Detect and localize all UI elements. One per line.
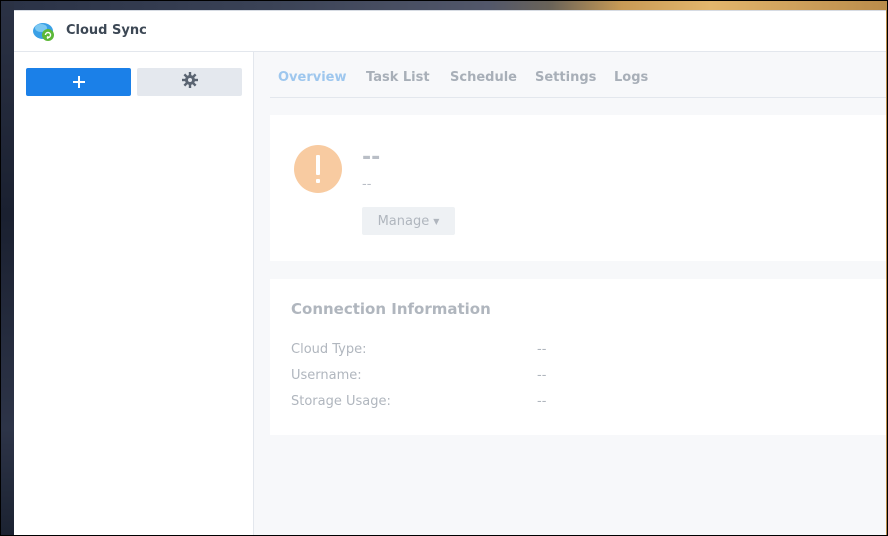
manage-label: Manage [377, 213, 430, 229]
storage-usage-label: Storage Usage: [291, 394, 391, 409]
app-title: Cloud Sync [66, 23, 147, 38]
app-window: Cloud Sync Overview Task List Schedule S… [14, 10, 886, 535]
warning-icon [294, 145, 342, 193]
status-title: -- [362, 145, 381, 170]
status-card: -- -- Manage ▼ [270, 115, 886, 261]
settings-button[interactable] [137, 68, 242, 96]
add-button[interactable] [26, 68, 131, 96]
tab-task-list[interactable]: Task List [366, 70, 430, 85]
tab-schedule[interactable]: Schedule [450, 70, 517, 85]
status-subtitle: -- [362, 177, 372, 192]
storage-usage-value: -- [537, 394, 547, 409]
manage-button[interactable]: Manage ▼ [362, 207, 455, 235]
sidebar [14, 52, 254, 535]
tab-bar: Overview Task List Schedule Settings Log… [270, 52, 886, 98]
titlebar: Cloud Sync [14, 11, 886, 52]
tab-logs[interactable]: Logs [614, 70, 648, 85]
plus-icon [72, 73, 85, 92]
cloud-sync-icon [32, 21, 56, 43]
username-label: Username: [291, 368, 362, 383]
tab-overview[interactable]: Overview [278, 70, 347, 85]
tab-settings[interactable]: Settings [535, 70, 596, 85]
cloud-type-value: -- [537, 342, 547, 357]
connection-info-card: Connection Information Cloud Type: -- Us… [270, 279, 886, 435]
main-content: Overview Task List Schedule Settings Log… [254, 52, 886, 535]
username-value: -- [537, 368, 547, 383]
connection-info-title: Connection Information [291, 300, 491, 318]
chevron-down-icon: ▼ [433, 216, 440, 226]
cloud-type-label: Cloud Type: [291, 342, 367, 357]
gear-icon [181, 72, 198, 92]
